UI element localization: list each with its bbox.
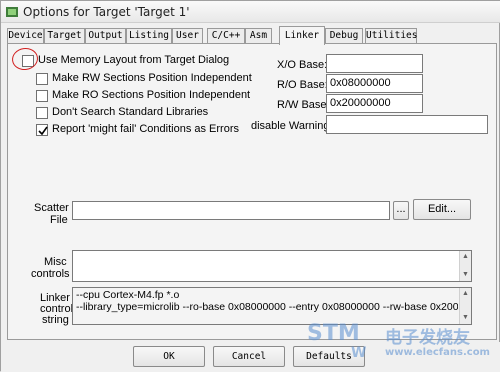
title-bar: Options for Target 'Target 1': [1, 1, 500, 23]
watermark-text-4: www.elecfans.com: [385, 347, 490, 358]
scatter-file-label-line2: File: [50, 214, 68, 226]
rw-base-input[interactable]: 0x20000000: [326, 94, 423, 113]
edit-scatter-button[interactable]: Edit...: [413, 199, 471, 220]
browse-scatter-button[interactable]: ...: [393, 201, 409, 220]
ro-base-input[interactable]: 0x08000000: [326, 74, 423, 93]
ok-button[interactable]: OK: [133, 346, 205, 367]
tab-output[interactable]: Output: [85, 28, 126, 44]
ro-independent-label: Make RO Sections Position Independent: [52, 89, 251, 101]
misc-scrollbar[interactable]: ▲ ▼: [459, 251, 471, 281]
site-watermark: STM 电子发烧友 W www.elecfans.com: [307, 321, 497, 365]
no-std-libs-label: Don't Search Standard Libraries: [52, 106, 209, 118]
linker-string-label-line3: string: [42, 314, 69, 326]
scroll-down-icon[interactable]: ▼: [462, 271, 469, 279]
ro-independent-checkbox[interactable]: [36, 90, 48, 102]
use-memory-layout-label: Use Memory Layout from Target Dialog: [38, 54, 230, 66]
rw-independent-label: Make RW Sections Position Independent: [52, 72, 252, 84]
cancel-button[interactable]: Cancel: [213, 346, 285, 367]
might-fail-errors-label: Report 'might fail' Conditions as Errors: [52, 123, 239, 135]
window-title: Options for Target 'Target 1': [23, 5, 190, 19]
linker-panel: Use Memory Layout from Target Dialog Mak…: [7, 43, 497, 340]
tab-linker[interactable]: Linker: [279, 26, 325, 45]
tab-user[interactable]: User: [172, 28, 203, 44]
watermark-text-2: 电子发烧友: [385, 328, 470, 348]
app-icon: [6, 7, 18, 17]
xo-base-label: X/O Base:: [277, 59, 328, 71]
tab-utilities[interactable]: Utilities: [365, 28, 417, 44]
might-fail-errors-checkbox[interactable]: [36, 124, 48, 136]
disable-warnings-input[interactable]: [326, 115, 488, 134]
tab-asm[interactable]: Asm: [245, 28, 272, 44]
scroll-up-icon[interactable]: ▲: [462, 253, 469, 261]
options-dialog: Options for Target 'Target 1' Device Tar…: [0, 0, 500, 372]
misc-controls-input[interactable]: ▲ ▼: [72, 250, 472, 282]
tab-strip: Device Target Output Listing User C/C++ …: [7, 26, 497, 45]
rw-independent-checkbox[interactable]: [36, 73, 48, 85]
misc-controls-label-line2: controls: [31, 268, 70, 280]
tab-device[interactable]: Device: [7, 28, 44, 44]
linker-string-line2: --library_type=microlib --ro-base 0x0800…: [76, 301, 458, 313]
rw-base-label: R/W Base: [277, 99, 327, 111]
xo-base-input[interactable]: [326, 54, 423, 73]
disable-warnings-label: disable Warnings:: [251, 120, 339, 132]
watermark-text-3: W: [351, 345, 367, 361]
linker-string-scrollbar[interactable]: ▲ ▼: [459, 288, 471, 324]
tab-target[interactable]: Target: [44, 28, 85, 44]
no-std-libs-checkbox[interactable]: [36, 107, 48, 119]
linker-control-string[interactable]: --cpu Cortex-M4.fp *.o --library_type=mi…: [72, 287, 472, 325]
checkmark-icon: [38, 126, 48, 136]
tab-debug[interactable]: Debug: [325, 28, 363, 44]
scroll-up-icon[interactable]: ▲: [462, 290, 469, 298]
scatter-file-input[interactable]: [72, 201, 390, 220]
watermark-text-1: STM: [307, 321, 360, 346]
tab-listing[interactable]: Listing: [126, 28, 172, 44]
misc-controls-label-line1: Misc: [44, 256, 67, 268]
ro-base-label: R/O Base:: [277, 79, 328, 91]
tab-c-cpp[interactable]: C/C++: [207, 28, 245, 44]
scatter-file-label-line1: Scatter: [34, 202, 69, 214]
linker-string-line1: --cpu Cortex-M4.fp *.o: [76, 289, 180, 301]
